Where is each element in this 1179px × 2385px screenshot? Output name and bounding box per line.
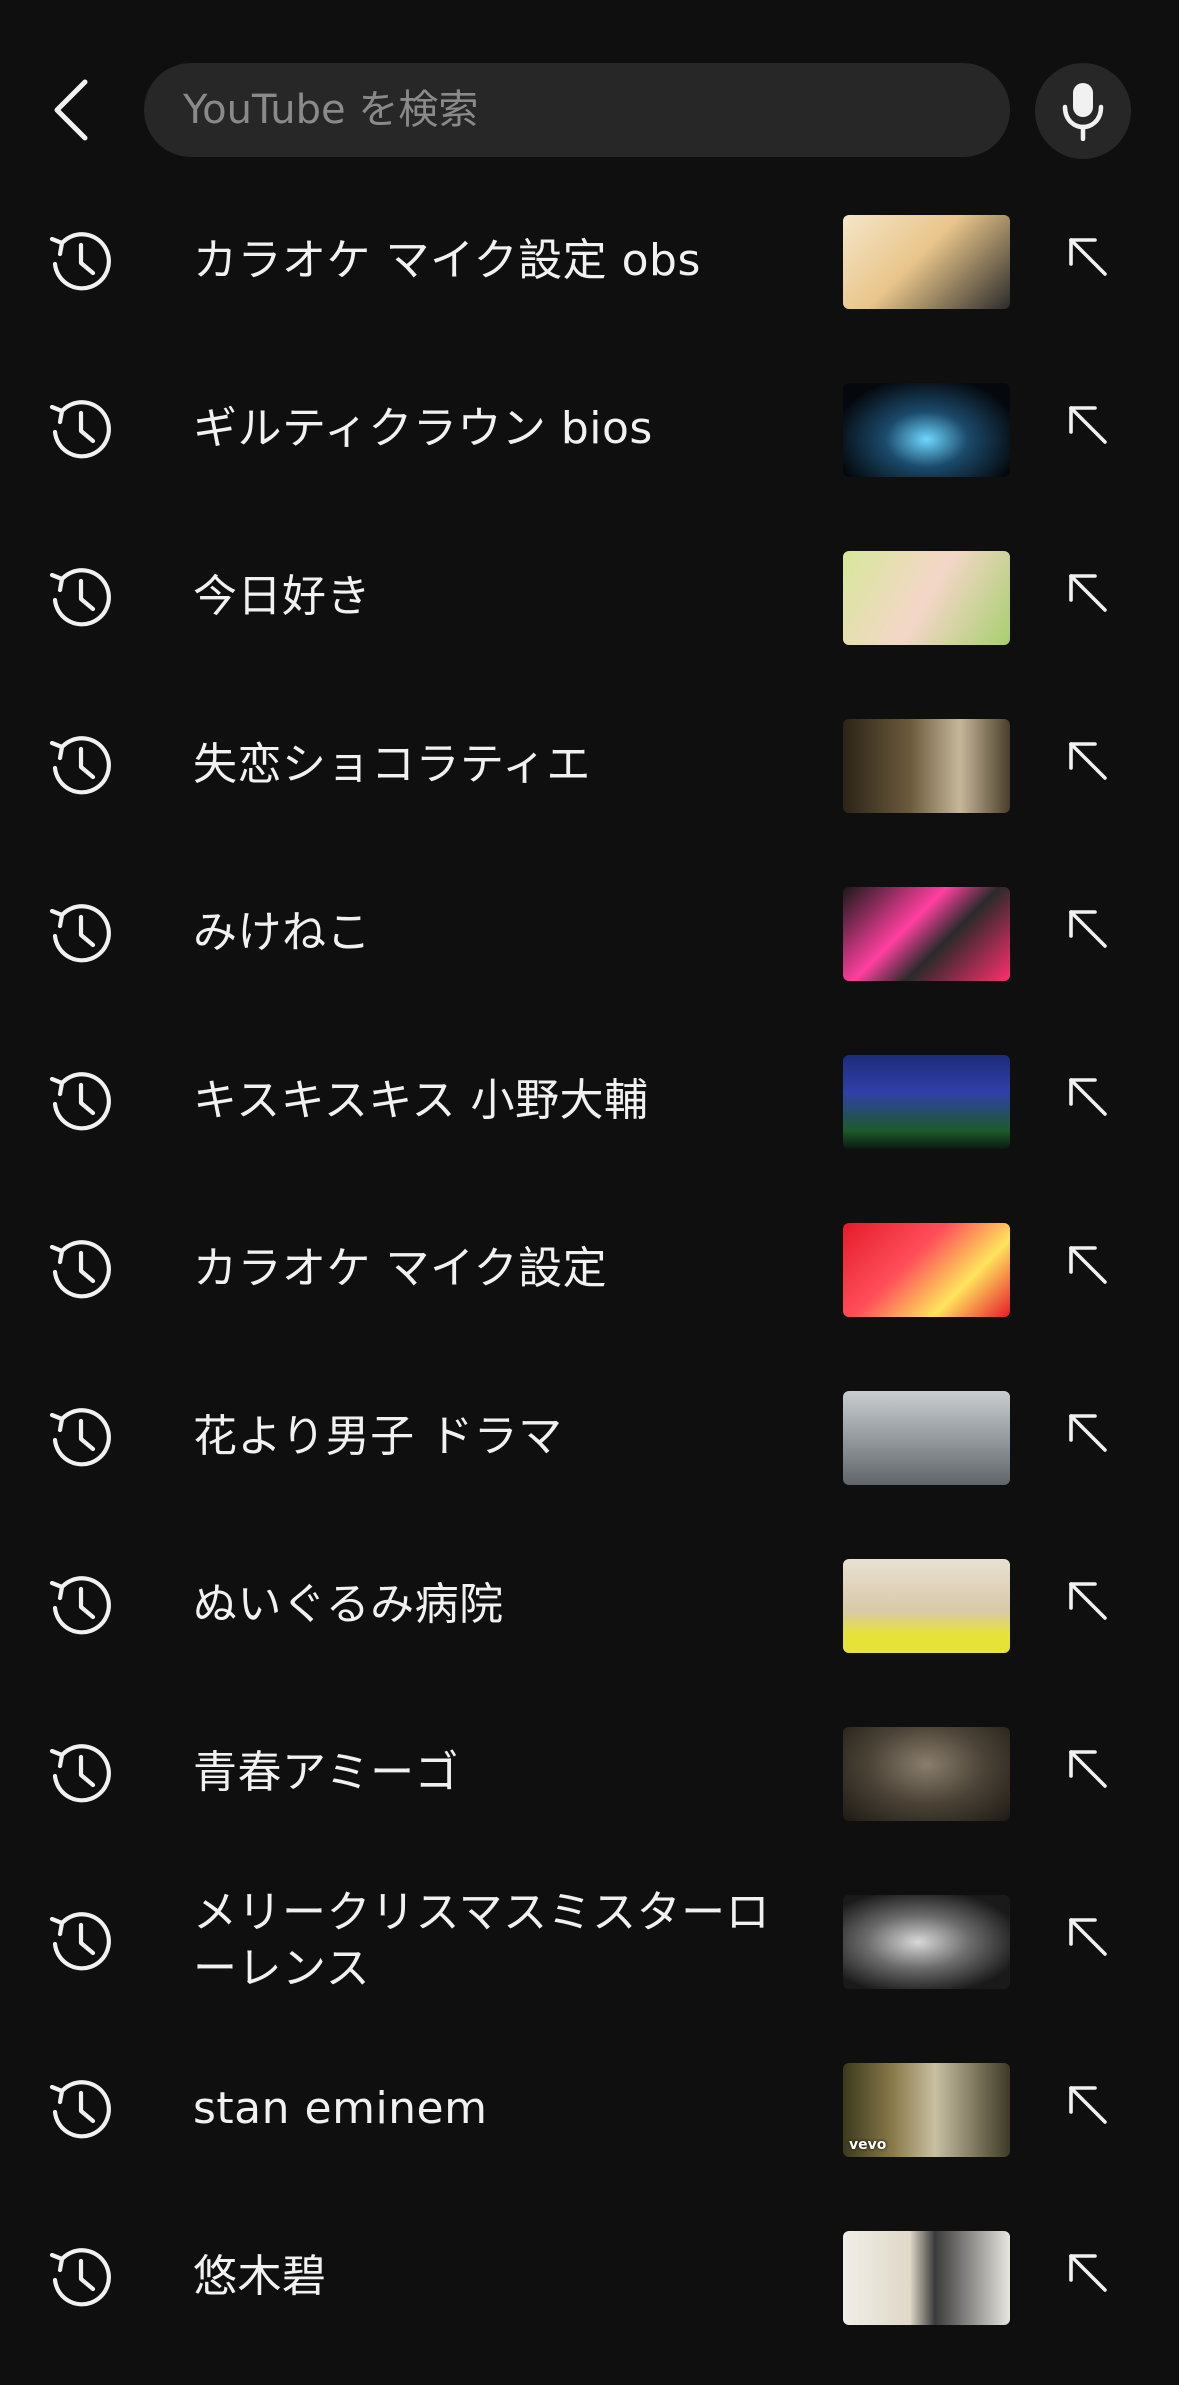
- back-button[interactable]: [40, 70, 102, 150]
- video-thumbnail: [843, 2231, 1010, 2325]
- arrow-up-left-icon: [1069, 238, 1107, 276]
- history-query-text: カラオケ マイク設定: [193, 1243, 608, 1294]
- history-clock-icon: [49, 1912, 111, 1971]
- history-item[interactable]: stan eminem vevo: [0, 2025, 1179, 2193]
- video-thumbnail: [843, 1727, 1010, 1821]
- fill-query-button[interactable]: [1058, 1571, 1118, 1631]
- history-query-text: 失恋ショコラティエ: [193, 739, 591, 790]
- video-thumbnail: [843, 1559, 1010, 1653]
- video-thumbnail: [843, 719, 1010, 813]
- arrow-up-left-icon: [1069, 742, 1107, 780]
- history-item[interactable]: ぬいぐるみ病院: [0, 1521, 1179, 1689]
- history-item[interactable]: メリークリスマスミスターローレンス: [0, 1857, 1179, 2025]
- voice-search-button[interactable]: [1035, 63, 1131, 159]
- history-clock-icon: [49, 1240, 111, 1299]
- search-history-list: カラオケ マイク設定 obs ギルティクラウン bios 今日好き 失恋ショコラ…: [0, 177, 1179, 2361]
- arrow-up-left-icon: [1069, 2086, 1107, 2124]
- video-thumbnail: vevo: [843, 2063, 1010, 2157]
- history-query-text: 青春アミーゴ: [193, 1747, 460, 1798]
- video-thumbnail: [843, 215, 1010, 309]
- fill-query-button[interactable]: [1058, 1235, 1118, 1295]
- fill-query-button[interactable]: [1058, 563, 1118, 623]
- fill-query-button[interactable]: [1058, 899, 1118, 959]
- history-clock-icon: [49, 400, 111, 459]
- history-item[interactable]: 失恋ショコラティエ: [0, 681, 1179, 849]
- fill-query-button[interactable]: [1058, 1067, 1118, 1127]
- history-item[interactable]: キスキスキス 小野大輔: [0, 1017, 1179, 1185]
- history-query-text: ギルティクラウン bios: [193, 403, 653, 454]
- search-box[interactable]: [144, 63, 1010, 157]
- video-thumbnail: [843, 1895, 1010, 1989]
- history-clock-icon: [49, 568, 111, 627]
- history-item[interactable]: 悠木碧: [0, 2193, 1179, 2361]
- history-query-text: カラオケ マイク設定 obs: [193, 235, 701, 286]
- history-clock-icon: [49, 736, 111, 795]
- fill-query-button[interactable]: [1058, 731, 1118, 791]
- video-thumbnail: [843, 383, 1010, 477]
- chevron-left-icon: [54, 79, 88, 141]
- history-query-text: 今日好き: [193, 571, 371, 622]
- fill-query-button[interactable]: [1058, 1907, 1118, 1967]
- arrow-up-left-icon: [1069, 2254, 1107, 2292]
- thumbnail-overlay-text: vevo: [849, 2137, 887, 2153]
- history-item[interactable]: みけねこ: [0, 849, 1179, 1017]
- arrow-up-left-icon: [1069, 1918, 1107, 1956]
- video-thumbnail: [843, 1391, 1010, 1485]
- history-item[interactable]: カラオケ マイク設定: [0, 1185, 1179, 1353]
- arrow-up-left-icon: [1069, 1078, 1107, 1116]
- history-query-text: ぬいぐるみ病院: [193, 1579, 504, 1630]
- history-clock-icon: [49, 1072, 111, 1131]
- history-query-text: キスキスキス 小野大輔: [193, 1075, 649, 1126]
- history-query-text: stan eminem: [193, 2083, 488, 2134]
- history-clock-icon: [49, 232, 111, 291]
- history-clock-icon: [49, 1744, 111, 1803]
- history-query-text: 花より男子 ドラマ: [193, 1411, 563, 1462]
- history-item[interactable]: ギルティクラウン bios: [0, 345, 1179, 513]
- fill-query-button[interactable]: [1058, 2243, 1118, 2303]
- microphone-icon: [1062, 83, 1104, 141]
- fill-query-button[interactable]: [1058, 227, 1118, 287]
- arrow-up-left-icon: [1069, 1750, 1107, 1788]
- fill-query-button[interactable]: [1058, 1739, 1118, 1799]
- history-clock-icon: [49, 1576, 111, 1635]
- arrow-up-left-icon: [1069, 406, 1107, 444]
- top-bar: [0, 0, 1179, 190]
- search-input[interactable]: [181, 86, 1010, 134]
- arrow-up-left-icon: [1069, 574, 1107, 612]
- video-thumbnail: [843, 1055, 1010, 1149]
- fill-query-button[interactable]: [1058, 395, 1118, 455]
- history-query-text: 悠木碧: [193, 2251, 327, 2302]
- arrow-up-left-icon: [1069, 910, 1107, 948]
- fill-query-button[interactable]: [1058, 2075, 1118, 2135]
- history-query-text: メリークリスマスミスターローレンス: [193, 1887, 771, 1994]
- history-item[interactable]: カラオケ マイク設定 obs: [0, 177, 1179, 345]
- history-item[interactable]: 今日好き: [0, 513, 1179, 681]
- arrow-up-left-icon: [1069, 1246, 1107, 1284]
- arrow-up-left-icon: [1069, 1414, 1107, 1452]
- arrow-up-left-icon: [1069, 1582, 1107, 1620]
- video-thumbnail: [843, 551, 1010, 645]
- history-clock-icon: [49, 2080, 111, 2139]
- fill-query-button[interactable]: [1058, 1403, 1118, 1463]
- history-item[interactable]: 青春アミーゴ: [0, 1689, 1179, 1857]
- history-item[interactable]: 花より男子 ドラマ: [0, 1353, 1179, 1521]
- history-clock-icon: [49, 2248, 111, 2307]
- history-query-text: みけねこ: [193, 907, 371, 958]
- history-clock-icon: [49, 904, 111, 963]
- video-thumbnail: [843, 1223, 1010, 1317]
- history-clock-icon: [49, 1408, 111, 1467]
- video-thumbnail: [843, 887, 1010, 981]
